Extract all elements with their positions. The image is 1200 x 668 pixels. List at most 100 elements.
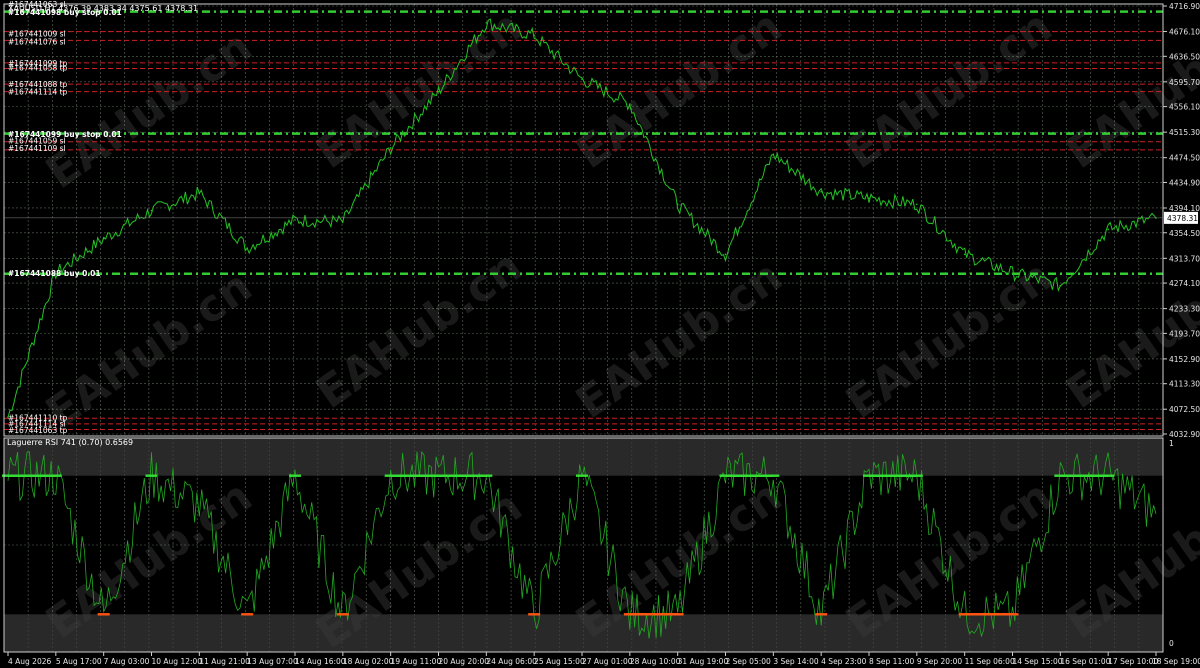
x-tick-label: 25 Aug 15:00	[534, 657, 585, 666]
order-label: #167441058 tp	[8, 63, 68, 72]
last-price-label: 4378.31	[1167, 214, 1198, 223]
price-point	[102, 237, 105, 240]
y-tick-label: 4434.90	[1169, 178, 1200, 187]
price-point	[150, 209, 153, 212]
y-tick-label: 4354.50	[1169, 229, 1200, 238]
rsi-high-mark	[49, 474, 62, 477]
x-tick-label: 27 Aug 01:00	[582, 657, 633, 666]
price-point	[1107, 228, 1109, 231]
rsi-high-mark	[384, 474, 397, 477]
y-tick-label: 4716.90	[1169, 2, 1200, 11]
x-tick-label: 3 Sep 14:00	[773, 657, 819, 666]
price-point	[629, 103, 631, 105]
price-point	[198, 192, 201, 194]
rsi-high-mark	[1102, 474, 1115, 477]
y-tick-label: 4515.30	[1169, 128, 1200, 137]
x-tick-label: 8 Sep 11:00	[869, 657, 915, 666]
price-point	[389, 147, 392, 149]
price-point	[294, 219, 296, 221]
rsi-high-mark	[432, 474, 445, 477]
order-label: #167441114 tp	[8, 88, 68, 97]
rsi-low-mark	[815, 613, 828, 616]
y-tick-label: 4313.70	[1169, 254, 1200, 263]
rsi-low-mark	[671, 613, 684, 616]
rsi-high-mark	[719, 474, 732, 477]
x-tick-label: 4 Aug 2026	[8, 657, 51, 666]
rsi-low-mark	[336, 613, 349, 616]
x-tick-label: 11 Aug 21:00	[199, 657, 250, 666]
rsi-low-mark	[528, 613, 541, 616]
price-point	[246, 247, 248, 249]
price-point	[963, 253, 966, 256]
rsi-low-mark	[958, 613, 971, 616]
y-tick-label: 4233.30	[1169, 305, 1200, 314]
price-point	[868, 197, 870, 199]
rsi-lower-zone	[4, 614, 1163, 652]
rsi-tick-label: 0	[1169, 639, 1174, 648]
y-tick-label: 4394.10	[1169, 204, 1200, 213]
x-tick-label: 28 Aug 10:00	[630, 657, 681, 666]
price-point	[820, 190, 822, 193]
rsi-low-mark	[1006, 613, 1019, 616]
price-point	[1011, 272, 1014, 274]
x-tick-label: 24 Aug 06:00	[486, 657, 537, 666]
x-tick-label: 20 Aug 20:00	[439, 657, 490, 666]
x-tick-label: 13 Aug 07:00	[247, 657, 298, 666]
x-tick-label: 16 Sep 01:00	[1060, 657, 1110, 666]
price-point	[724, 253, 727, 256]
top-order-label: #167441063 sl	[8, 0, 66, 9]
y-tick-label: 4556.10	[1169, 103, 1200, 112]
x-tick-label: 14 Aug 16:00	[295, 657, 346, 666]
x-tick-label: 18 Aug 02:00	[343, 657, 394, 666]
y-tick-label: 4072.50	[1169, 405, 1200, 414]
x-tick-label: 9 Sep 20:00	[917, 657, 963, 666]
rsi-low-mark	[623, 613, 636, 616]
x-tick-label: 18 Sep 19:00	[1152, 657, 1200, 666]
x-tick-label: 31 Aug 19:00	[678, 657, 729, 666]
price-point	[916, 203, 918, 206]
rsi-high-mark	[863, 474, 875, 477]
rsi-high-mark	[289, 474, 301, 477]
price-point	[1059, 284, 1062, 287]
order-label: #167441088 buy 0.01	[8, 269, 101, 278]
rsi-low-mark	[97, 613, 110, 616]
price-point	[342, 221, 344, 223]
price-point	[485, 22, 488, 24]
indicator-title: Laguerre RSI 741 (0.70) 0.6569	[7, 438, 133, 447]
rsi-high-mark	[576, 474, 588, 477]
x-tick-label: 14 Sep 15:00	[1013, 657, 1063, 666]
x-tick-label: 11 Sep 06:00	[965, 657, 1015, 666]
y-tick-label: 4274.10	[1169, 279, 1200, 288]
price-point	[581, 78, 583, 80]
rsi-high-mark	[910, 474, 923, 477]
y-tick-label: 4032.90	[1169, 430, 1200, 439]
y-tick-label: 4595.70	[1169, 78, 1200, 87]
rsi-high-mark	[1054, 474, 1067, 477]
rsi-high-mark	[145, 474, 158, 477]
y-tick-label: 4193.70	[1169, 329, 1200, 338]
x-tick-label: 4 Sep 23:00	[821, 657, 867, 666]
rsi-high-mark	[480, 474, 493, 477]
rsi-high-mark	[767, 474, 780, 477]
x-tick-label: 7 Aug 03:00	[104, 657, 150, 666]
rsi-tick-label: 1	[1169, 439, 1174, 448]
y-tick-label: 4474.50	[1169, 154, 1200, 163]
x-tick-label: 17 Sep 10:00	[1108, 657, 1158, 666]
x-tick-label: 2 Sep 05:00	[726, 657, 772, 666]
price-point	[437, 90, 440, 93]
chart-canvas: EAHub.cn EAHub.cn EAHub.cn EAHub.cnEAHub.cn…	[0, 0, 1200, 668]
y-tick-label: 4676.10	[1169, 28, 1200, 37]
x-tick-label: 10 Aug 12:00	[152, 657, 203, 666]
order-label: #167441063 tp	[8, 426, 68, 435]
x-tick-label: 5 Aug 17:00	[56, 657, 102, 666]
order-label: #167441109 sl	[8, 144, 66, 153]
rsi-low-mark	[241, 613, 254, 616]
order-label: #167441076 sl	[8, 38, 66, 47]
price-point	[533, 34, 535, 37]
y-tick-label: 4113.30	[1169, 380, 1200, 389]
y-tick-label: 4152.90	[1169, 355, 1200, 364]
price-point	[772, 153, 775, 156]
x-tick-label: 19 Aug 11:00	[391, 657, 442, 666]
y-tick-label: 4636.50	[1169, 52, 1200, 61]
price-point	[676, 203, 679, 206]
